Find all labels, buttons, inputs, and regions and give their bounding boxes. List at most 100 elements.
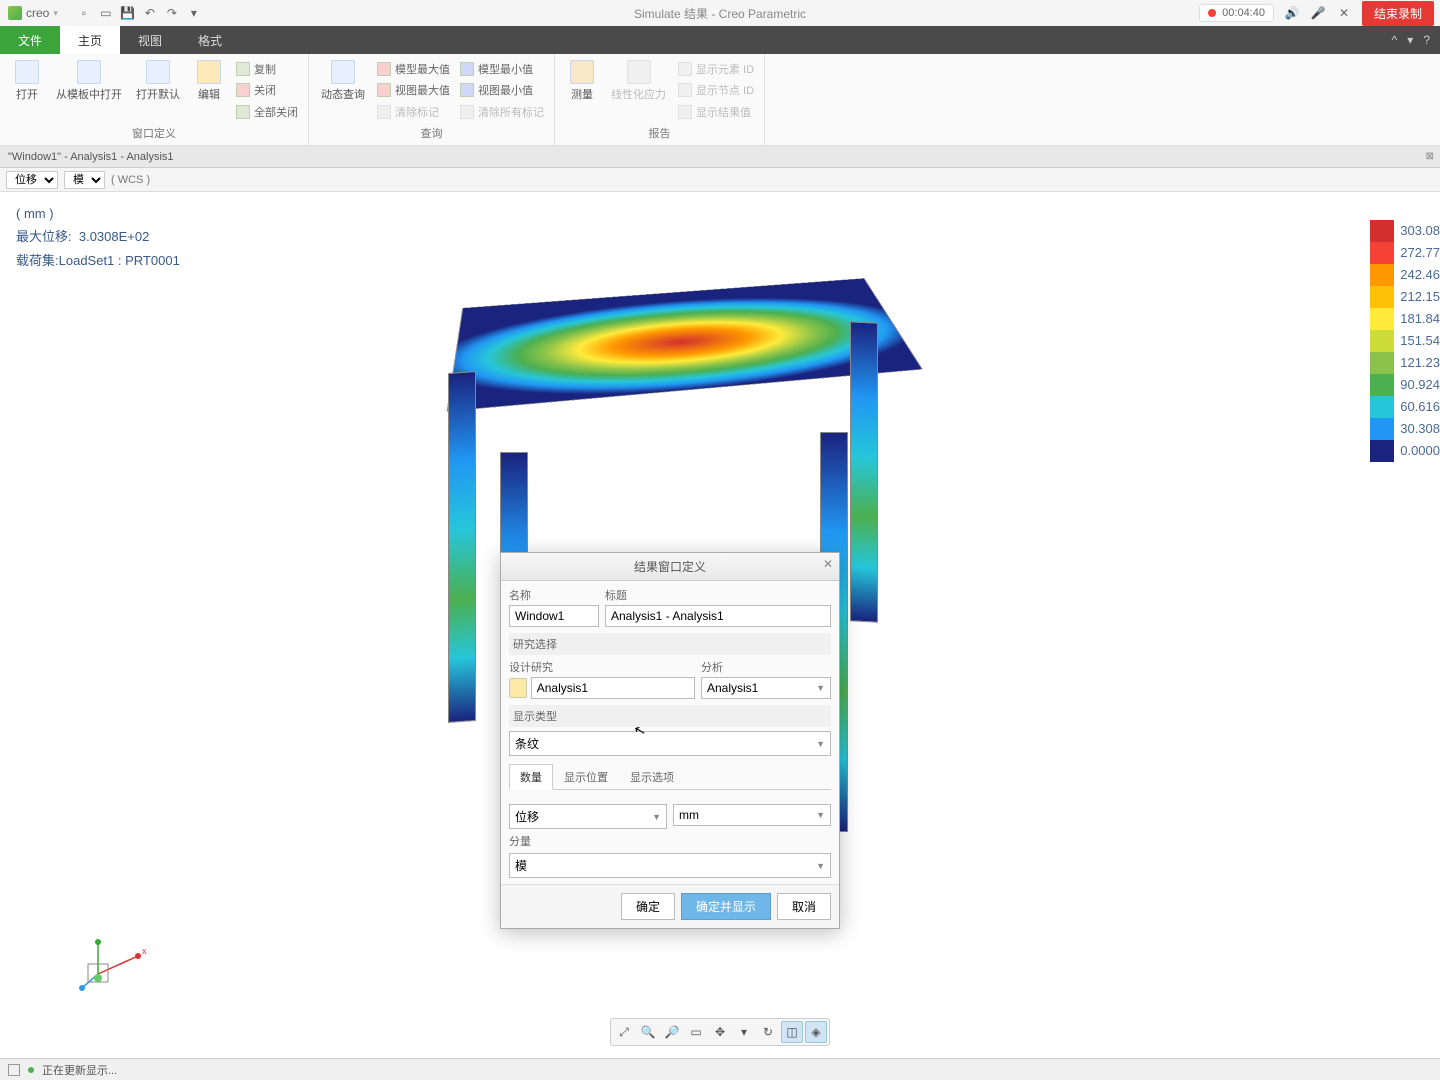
tab-home[interactable]: 主页 [60, 26, 120, 54]
group-label-window: 窗口定义 [6, 123, 302, 143]
end-recording-button[interactable]: 结束录制 [1362, 1, 1434, 26]
ok-button[interactable]: 确定 [621, 893, 675, 920]
chevron-down-icon: ▼ [816, 861, 825, 871]
view-min-button[interactable]: 视图最小值 [456, 81, 548, 99]
display-style-icon[interactable]: ◫ [781, 1021, 803, 1043]
chevron-down-icon: ▼ [816, 810, 825, 820]
edit-button[interactable]: 编辑 [188, 58, 230, 123]
redo-icon[interactable]: ↷ [164, 5, 180, 21]
clear-all-marks-button[interactable]: 清除所有标记 [456, 103, 548, 121]
zoom-out-icon[interactable]: 🔎 [661, 1021, 683, 1043]
measure-button[interactable]: 测量 [561, 58, 603, 123]
legend-value: 272.77 [1400, 242, 1440, 264]
dialog-titlebar[interactable]: 结果窗口定义 ✕ [501, 553, 839, 581]
brand-text: creo [26, 6, 49, 20]
app-logo: creo ▾ [0, 6, 66, 20]
zoom-fit-icon[interactable]: ⤢ [613, 1021, 635, 1043]
status-text: 正在更新显示... [42, 1062, 117, 1078]
display-type-select[interactable]: 条纹▼ [509, 731, 831, 756]
creo-logo-icon [8, 6, 22, 20]
save-icon[interactable]: 💾 [120, 5, 136, 21]
dialog-close-icon[interactable]: ✕ [823, 557, 833, 571]
clear-marks-button[interactable]: 清除标记 [373, 103, 454, 121]
titlebar: creo ▾ ▫ ▭ 💾 ↶ ↷ ▾ Simulate 结果 - Creo Pa… [0, 0, 1440, 26]
close-red-icon [236, 83, 250, 97]
tab-file[interactable]: 文件 [0, 26, 60, 54]
status-checkbox[interactable] [8, 1064, 20, 1076]
ok-and-show-button[interactable]: 确定并显示 [681, 893, 771, 920]
tab-view[interactable]: 视图 [120, 26, 180, 54]
folder-icon[interactable] [509, 678, 527, 698]
tab-format[interactable]: 格式 [180, 26, 240, 54]
tab-display-location[interactable]: 显示位置 [553, 764, 619, 789]
legend-value: 303.08 [1400, 220, 1440, 242]
unit-select[interactable]: mm▼ [673, 804, 831, 826]
pan-icon[interactable]: ✥ [709, 1021, 731, 1043]
default-icon [146, 60, 170, 84]
zoom-in-icon[interactable]: 🔍 [637, 1021, 659, 1043]
dynamic-query-button[interactable]: 动态查询 [315, 58, 371, 123]
qat-more-icon[interactable]: ▾ [186, 5, 202, 21]
legend-value: 212.15 [1400, 286, 1440, 308]
open-button[interactable]: 打开 [6, 58, 48, 123]
group-label-query: 查询 [315, 123, 548, 143]
legend-color-segment [1370, 308, 1394, 330]
quantity-select[interactable]: 位移 [6, 171, 58, 189]
document-tab[interactable]: "Window1" - Analysis1 - Analysis1 ⊠ [0, 146, 1440, 168]
show-node-id-button: 显示节点 ID [674, 81, 758, 99]
collapse-ribbon-icon[interactable]: ^ [1392, 33, 1398, 47]
clear-icon [377, 105, 391, 119]
tab-display-options[interactable]: 显示选项 [619, 764, 685, 789]
color-legend: 303.08272.77242.46212.15181.84151.54121.… [1370, 220, 1440, 462]
close-window-button[interactable]: 关闭 [232, 81, 302, 99]
section-study: 研究选择 [509, 633, 831, 655]
close-icon[interactable]: ✕ [1336, 5, 1352, 21]
result-icon [678, 105, 692, 119]
legend-color-segment [1370, 242, 1394, 264]
analysis-select[interactable]: Analysis1▼ [701, 677, 831, 699]
undo-icon[interactable]: ↶ [142, 5, 158, 21]
result-window-definition-dialog: 结果窗口定义 ✕ 名称 标题 研究选择 设计研究 [500, 552, 840, 929]
new-icon[interactable]: ▫ [76, 5, 92, 21]
saved-views-icon[interactable]: ▾ [733, 1021, 755, 1043]
cancel-button[interactable]: 取消 [777, 893, 831, 920]
open-default-button[interactable]: 打开默认 [130, 58, 186, 123]
node-icon [678, 83, 692, 97]
perspective-icon[interactable]: ◈ [805, 1021, 827, 1043]
spin-icon[interactable]: ↻ [757, 1021, 779, 1043]
legend-value: 0.0000 [1400, 440, 1440, 462]
component-dialog-select[interactable]: 模▼ [509, 853, 831, 878]
tab-quantity[interactable]: 数量 [509, 764, 553, 790]
orientation-triad: x [78, 934, 148, 994]
template-icon [77, 60, 101, 84]
viewport[interactable]: ( mm ) 最大位移: 3.0308E+02 载荷集:LoadSet1 : P… [0, 192, 1440, 1058]
model-min-button[interactable]: 模型最小值 [456, 60, 548, 78]
pencil-icon [197, 60, 221, 84]
linearize-button: 线性化应力 [605, 58, 672, 123]
legend-color-segment [1370, 440, 1394, 462]
ribbon: 打开 从模板中打开 打开默认 编辑 复制 关闭 全部关闭 窗口定义 动态查询 模… [0, 54, 1440, 146]
help-dropdown-icon[interactable]: ▾ [1407, 33, 1413, 47]
component-select[interactable]: 模 [64, 171, 105, 189]
model-max-button[interactable]: 模型最大值 [373, 60, 454, 78]
legend-color-segment [1370, 330, 1394, 352]
view-max-button[interactable]: 视图最大值 [373, 81, 454, 99]
status-bar: 正在更新显示... [0, 1058, 1440, 1080]
speaker-icon[interactable]: 🔊 [1284, 5, 1300, 21]
copy-button[interactable]: 复制 [232, 60, 302, 78]
open-from-template-button[interactable]: 从模板中打开 [50, 58, 128, 123]
legend-color-segment [1370, 286, 1394, 308]
doc-tab-close-icon[interactable]: ⊠ [1426, 151, 1434, 162]
refit-icon[interactable]: ▭ [685, 1021, 707, 1043]
open-icon[interactable]: ▭ [98, 5, 114, 21]
window-title: Simulate 结果 - Creo Parametric [634, 5, 806, 22]
title-input[interactable] [605, 605, 831, 627]
mic-icon[interactable]: 🎤 [1310, 5, 1326, 21]
close-all-button[interactable]: 全部关闭 [232, 103, 302, 121]
status-indicator-icon [28, 1067, 34, 1073]
quantity-dialog-select[interactable]: 位移▼ [509, 804, 667, 829]
help-icon[interactable]: ? [1423, 33, 1430, 47]
name-input[interactable] [509, 605, 599, 627]
legend-value: 60.616 [1400, 396, 1440, 418]
design-study-input[interactable] [531, 677, 695, 699]
